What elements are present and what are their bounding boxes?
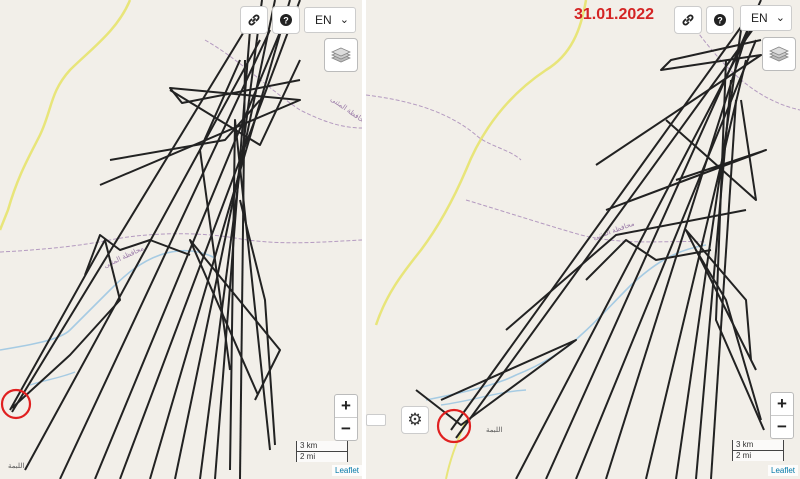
- svg-text:?: ?: [717, 16, 723, 26]
- right-map-panel[interactable]: محافظة المثنى اللبمة 31.01.2022 ? EN ⌄ ⚙…: [366, 0, 800, 479]
- language-select[interactable]: EN ⌄: [304, 7, 356, 33]
- track: [545, 0, 762, 479]
- track: [59, 29, 271, 479]
- zoom-in-button[interactable]: +: [771, 393, 793, 416]
- zoom-out-button[interactable]: −: [771, 416, 793, 438]
- river: [425, 244, 707, 401]
- region-label: محافظة المثنى: [592, 219, 636, 241]
- road: [374, 0, 588, 326]
- attribution-link[interactable]: Leaflet: [768, 465, 799, 476]
- place-label: اللبمة: [486, 426, 502, 434]
- layers-button[interactable]: [762, 37, 796, 71]
- river: [440, 389, 527, 406]
- layers-icon: [331, 47, 351, 63]
- gear-icon: ⚙: [407, 410, 423, 429]
- track: [450, 19, 747, 431]
- attribution-link[interactable]: Leaflet: [332, 465, 362, 476]
- share-link-button[interactable]: [240, 6, 268, 34]
- admin-boundary: [465, 199, 707, 243]
- settings-button[interactable]: ⚙: [401, 406, 429, 434]
- left-map-panel[interactable]: محافظة المثنى محافظة المثنى اللبمة ? EN …: [0, 0, 362, 479]
- flight-tracks: [415, 0, 767, 479]
- layers-button[interactable]: [324, 38, 358, 72]
- zoom-control: + −: [334, 394, 358, 441]
- help-button[interactable]: ?: [706, 6, 734, 34]
- layers-icon: [769, 46, 789, 62]
- scale-mi: 2 mi: [732, 450, 784, 461]
- right-map-canvas[interactable]: محافظة المثنى اللبمة: [366, 0, 800, 479]
- panel-tab[interactable]: [366, 414, 386, 426]
- zoom-control: + −: [770, 392, 794, 439]
- help-button[interactable]: ?: [272, 6, 300, 34]
- left-map-canvas[interactable]: محافظة المثنى محافظة المثنى اللبمة: [0, 0, 362, 479]
- zoom-in-button[interactable]: +: [335, 395, 357, 418]
- svg-text:?: ?: [283, 16, 289, 26]
- zoom-out-button[interactable]: −: [335, 418, 357, 440]
- share-link-button[interactable]: [674, 6, 702, 34]
- place-label: اللبمة: [8, 462, 24, 470]
- scale-bar: 3 km 2 mi: [732, 440, 784, 461]
- track: [99, 79, 301, 186]
- road: [0, 0, 132, 231]
- track: [24, 39, 261, 471]
- language-select[interactable]: EN ⌄: [740, 5, 792, 31]
- river: [29, 371, 76, 386]
- help-icon: ?: [714, 14, 726, 26]
- flight-tracks: [9, 0, 301, 479]
- chevron-down-icon: ⌄: [775, 12, 785, 24]
- region-label: محافظة المثنى: [329, 95, 362, 127]
- link-icon: [248, 14, 260, 26]
- date-label: 31.01.2022: [574, 6, 655, 23]
- link-icon: [682, 14, 694, 26]
- admin-boundary: [0, 233, 362, 253]
- language-value: EN: [315, 13, 332, 27]
- scale-bar: 3 km 2 mi: [296, 441, 348, 462]
- admin-boundary: [366, 94, 522, 161]
- chevron-down-icon: ⌄: [339, 14, 349, 26]
- help-icon: ?: [280, 14, 292, 26]
- language-value: EN: [751, 11, 768, 25]
- scale-mi: 2 mi: [296, 451, 348, 462]
- track: [715, 59, 765, 431]
